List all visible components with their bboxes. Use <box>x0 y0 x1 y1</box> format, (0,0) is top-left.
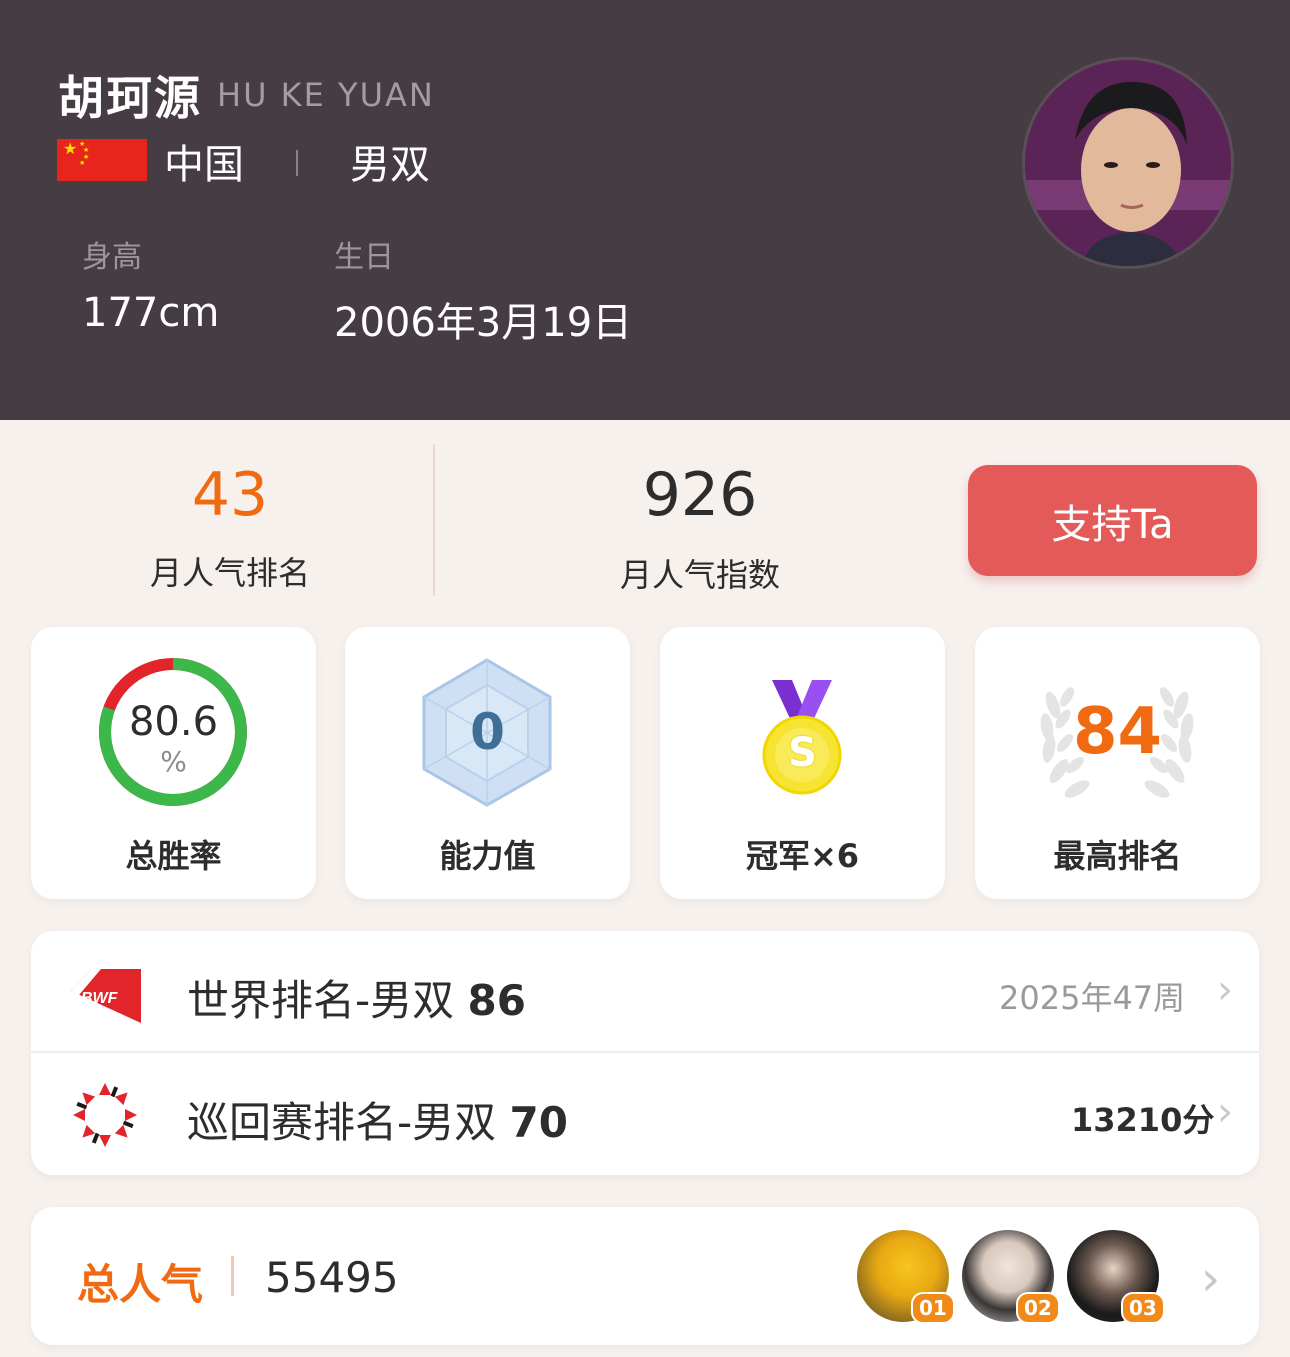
win-rate-value: 80.6 <box>128 699 219 745</box>
popularity-separator <box>231 1256 234 1296</box>
ability-card[interactable]: 0 能力值 <box>345 627 630 899</box>
best-rank-card[interactable]: 84 最高排名 <box>975 627 1260 899</box>
fan-rank-tag: 02 <box>1016 1292 1060 1324</box>
height-value: 177cm <box>82 290 220 336</box>
fan-avatar[interactable]: 03 <box>1067 1230 1165 1324</box>
medal-icon <box>762 680 842 795</box>
chevron-right-icon: › <box>1217 1089 1233 1135</box>
monthly-index-value: 926 <box>642 460 758 530</box>
world-ranking-week: 2025年47周 <box>999 979 1186 1017</box>
header-separator <box>296 150 298 176</box>
china-flag-icon: ★ ★ ★ ★ ★ <box>57 139 147 181</box>
birthday-value: 2006年3月19日 <box>334 300 633 346</box>
chevron-right-icon: › <box>1217 967 1233 1013</box>
player-name-en: HU KE YUAN <box>217 76 435 114</box>
tour-logo-icon <box>73 1083 137 1147</box>
best-rank-value: 84 <box>1072 695 1163 769</box>
win-rate-label: 总胜率 <box>125 837 222 875</box>
ability-label: 能力值 <box>439 837 536 875</box>
player-avatar[interactable] <box>1022 57 1234 269</box>
monthly-rank-label: 月人气排名 <box>149 554 310 592</box>
chevron-right-icon: › <box>1201 1251 1221 1307</box>
monthly-index-label: 月人气指数 <box>619 556 780 594</box>
world-ranking-row[interactable]: BWF 世界排名-男双 86 2025年47周 › <box>31 931 1259 1053</box>
height-label: 身高 <box>82 240 142 275</box>
tour-ranking-value: 70 <box>509 1098 568 1147</box>
fan-rank-tag: 01 <box>911 1292 955 1324</box>
tour-ranking-row[interactable]: 巡回赛排名-男双 70 13210分 › <box>31 1053 1259 1175</box>
stats-divider <box>433 444 435 596</box>
win-rate-card[interactable]: 80.6 % 总胜率 <box>31 627 316 899</box>
player-country: 中国 <box>164 142 244 188</box>
champion-label: 冠军×6 <box>745 837 860 875</box>
best-rank-label: 最高排名 <box>1053 837 1182 875</box>
bwf-logo-text: BWF <box>81 990 119 1007</box>
tour-ranking-points: 13210分 <box>1071 1101 1215 1139</box>
fan-avatar[interactable]: 01 <box>857 1230 955 1324</box>
world-ranking-title: 世界排名-男双 86 <box>187 976 526 1025</box>
fan-rank-tag: 03 <box>1121 1292 1165 1324</box>
monthly-rank-value: 43 <box>191 460 269 530</box>
world-ranking-value: 86 <box>467 976 526 1025</box>
tour-ranking-title: 巡回赛排名-男双 70 <box>187 1098 568 1147</box>
popularity-row[interactable]: 总人气 55495 01 02 03 › <box>31 1207 1259 1345</box>
champion-card[interactable]: S 冠军×6 <box>660 627 945 899</box>
birthday-label: 生日 <box>334 240 394 275</box>
player-name: 胡珂源 <box>58 71 202 125</box>
ranking-list: BWF 世界排名-男双 86 2025年47周 › 巡回赛排名-男双 70 13… <box>31 931 1259 1175</box>
support-button[interactable]: 支持Ta <box>968 465 1257 576</box>
medal-letter: S <box>788 730 817 776</box>
popularity-label: 总人气 <box>77 1260 204 1309</box>
fan-avatar[interactable]: 02 <box>962 1230 1060 1324</box>
player-event: 男双 <box>350 142 430 188</box>
player-header: 胡珂源 HU KE YUAN ★ ★ ★ ★ ★ 中国 男双 身高 177cm … <box>0 0 1290 420</box>
ability-value: 0 <box>470 703 505 761</box>
win-rate-unit: % <box>160 745 187 778</box>
popularity-value: 55495 <box>265 1253 399 1302</box>
bwf-logo-icon: BWF <box>71 969 141 1023</box>
